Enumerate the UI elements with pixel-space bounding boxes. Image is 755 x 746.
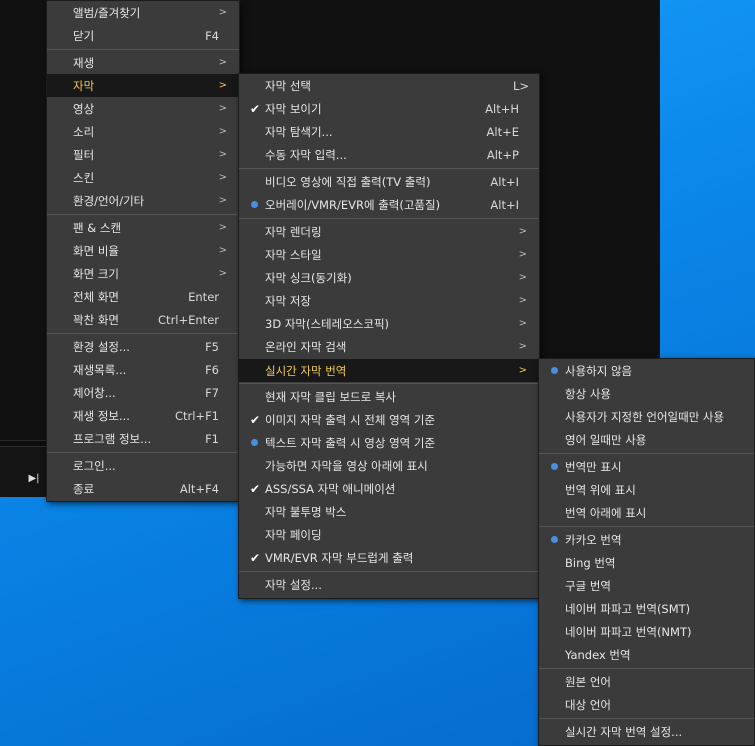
menu-item-manual-input[interactable]: 수동 자막 입력... Alt+P (239, 143, 539, 166)
menu-item-papago-smt[interactable]: 네이버 파파고 번역(SMT) (539, 597, 754, 620)
next-track-icon[interactable]: ▶| (22, 468, 46, 488)
menu-item-subtitle-explorer[interactable]: 자막 탐색기... Alt+E (239, 120, 539, 143)
menu-item-disable[interactable]: 사용하지 않음 (539, 359, 754, 382)
menu-item-skin[interactable]: 스킨 > (47, 166, 239, 189)
menu-item-pan-scan[interactable]: 팬 & 스캔 > (47, 216, 239, 239)
radio-selected-icon (551, 367, 558, 374)
menu-item-ass-animation[interactable]: ✔ ASS/SSA 자막 애니메이션 (239, 477, 539, 500)
menu-item-screen-size[interactable]: 화면 크기 > (47, 262, 239, 285)
menu-item-play[interactable]: 재생 > (47, 51, 239, 74)
menu-item-sound[interactable]: 소리 > (47, 120, 239, 143)
check-icon: ✔ (250, 550, 261, 565)
radio-selected-icon (551, 536, 558, 543)
separator (47, 452, 239, 453)
menu-item-show-subtitle[interactable]: ✔ 자막 보이기 Alt+H (239, 97, 539, 120)
translate-submenu: 사용하지 않음 항상 사용 사용자가 지정한 언어일때만 사용 영어 일때만 사… (538, 358, 755, 746)
menu-item-overlay-output[interactable]: 오버레이/VMR/EVR에 출력(고품질) Alt+I (239, 193, 539, 216)
menu-item-exit[interactable]: 종료 Alt+F4 (47, 477, 239, 500)
menu-item-kakao[interactable]: 카카오 번역 (539, 528, 754, 551)
separator (47, 49, 239, 50)
menu-item-subtitle-settings[interactable]: 자막 설정... (239, 573, 539, 596)
menu-item-sync[interactable]: 자막 싱크(동기화) > (239, 266, 539, 289)
menu-item-save[interactable]: 자막 저장 > (239, 289, 539, 312)
menu-item-google[interactable]: 구글 번역 (539, 574, 754, 597)
menu-item-fading[interactable]: 자막 페이딩 (239, 523, 539, 546)
menu-item-translation-only[interactable]: 번역만 표시 (539, 455, 754, 478)
menu-item-preferences[interactable]: 환경 설정... F5 (47, 335, 239, 358)
menu-item-3d-subtitle[interactable]: 3D 자막(스테레오스코픽) > (239, 312, 539, 335)
menu-item-online-search[interactable]: 온라인 자막 검색 > (239, 335, 539, 358)
separator (47, 333, 239, 334)
menu-item-close[interactable]: 닫기 F4 (47, 24, 239, 47)
separator (239, 571, 539, 572)
menu-item-control-panel[interactable]: 제어창... F7 (47, 381, 239, 404)
menu-item-below-translation[interactable]: 번역 아래에 표시 (539, 501, 754, 524)
menu-item-above-translation[interactable]: 번역 위에 표시 (539, 478, 754, 501)
check-icon: ✔ (250, 101, 261, 116)
subtitle-submenu: 자막 선택 L> ✔ 자막 보이기 Alt+H 자막 탐색기... Alt+E 수동 자… (238, 73, 540, 599)
separator (239, 383, 539, 384)
menu-item-video[interactable]: 영상 > (47, 97, 239, 120)
radio-selected-icon (551, 463, 558, 470)
separator (539, 668, 754, 669)
menu-item-realtime-translate[interactable]: 실시간 자막 번역 > (239, 359, 539, 382)
menu-item-copy-clipboard[interactable]: 현재 자막 클립 보드로 복사 (239, 385, 539, 408)
menu-item-translate-settings[interactable]: 실시간 자막 번역 설정... (539, 720, 754, 743)
separator (47, 214, 239, 215)
menu-item-english-only[interactable]: 영어 일때만 사용 (539, 428, 754, 451)
separator (239, 168, 539, 169)
main-context-menu: 앨범/즐겨찾기 > 닫기 F4 재생 > 자막 > 영상 > 소리 > 필터 > 스킨 > 환경… (46, 0, 240, 502)
menu-item-select-subtitle[interactable]: 자막 선택 L> (239, 74, 539, 97)
separator (539, 453, 754, 454)
menu-item-text-video-area[interactable]: 텍스트 자막 출력 시 영상 영역 기준 (239, 431, 539, 454)
menu-item-playlist[interactable]: 재생목록... F6 (47, 358, 239, 381)
separator (539, 718, 754, 719)
menu-item-yandex[interactable]: Yandex 번역 (539, 643, 754, 666)
menu-item-user-language[interactable]: 사용자가 지정한 언어일때만 사용 (539, 405, 754, 428)
separator (239, 218, 539, 219)
menu-item-album[interactable]: 앨범/즐겨찾기 > (47, 1, 239, 24)
menu-item-bing[interactable]: Bing 번역 (539, 551, 754, 574)
radio-selected-icon (251, 201, 258, 208)
menu-item-style[interactable]: 자막 스타일 > (239, 243, 539, 266)
menu-item-always[interactable]: 항상 사용 (539, 382, 754, 405)
menu-item-papago-nmt[interactable]: 네이버 파파고 번역(NMT) (539, 620, 754, 643)
menu-item-target-language[interactable]: 대상 언어 (539, 693, 754, 716)
menu-item-image-full-area[interactable]: ✔ 이미지 자막 출력 시 전체 영역 기준 (239, 408, 539, 431)
separator (539, 526, 754, 527)
menu-item-opaque-box[interactable]: 자막 불투명 박스 (239, 500, 539, 523)
menu-item-fill-screen[interactable]: 꽉찬 화면 Ctrl+Enter (47, 308, 239, 331)
menu-item-about[interactable]: 프로그램 정보... F1 (47, 427, 239, 450)
menu-item-below-video[interactable]: 가능하면 자막을 영상 아래에 표시 (239, 454, 539, 477)
menu-item-smooth-output[interactable]: ✔ VMR/EVR 자막 부드럽게 출력 (239, 546, 539, 569)
menu-item-direct-output[interactable]: 비디오 영상에 직접 출력(TV 출력) Alt+I (239, 170, 539, 193)
menu-item-subtitle[interactable]: 자막 > (47, 74, 239, 97)
radio-selected-icon (251, 439, 258, 446)
menu-item-source-language[interactable]: 원본 언어 (539, 670, 754, 693)
menu-item-rendering[interactable]: 자막 렌더링 > (239, 220, 539, 243)
menu-item-fullscreen[interactable]: 전체 화면 Enter (47, 285, 239, 308)
menu-item-aspect[interactable]: 화면 비율 > (47, 239, 239, 262)
check-icon: ✔ (250, 481, 261, 496)
menu-item-login[interactable]: 로그인... (47, 454, 239, 477)
check-icon: ✔ (250, 412, 261, 427)
menu-item-playback-info[interactable]: 재생 정보... Ctrl+F1 (47, 404, 239, 427)
menu-item-env[interactable]: 환경/언어/기타 > (47, 189, 239, 212)
menu-item-filter[interactable]: 필터 > (47, 143, 239, 166)
